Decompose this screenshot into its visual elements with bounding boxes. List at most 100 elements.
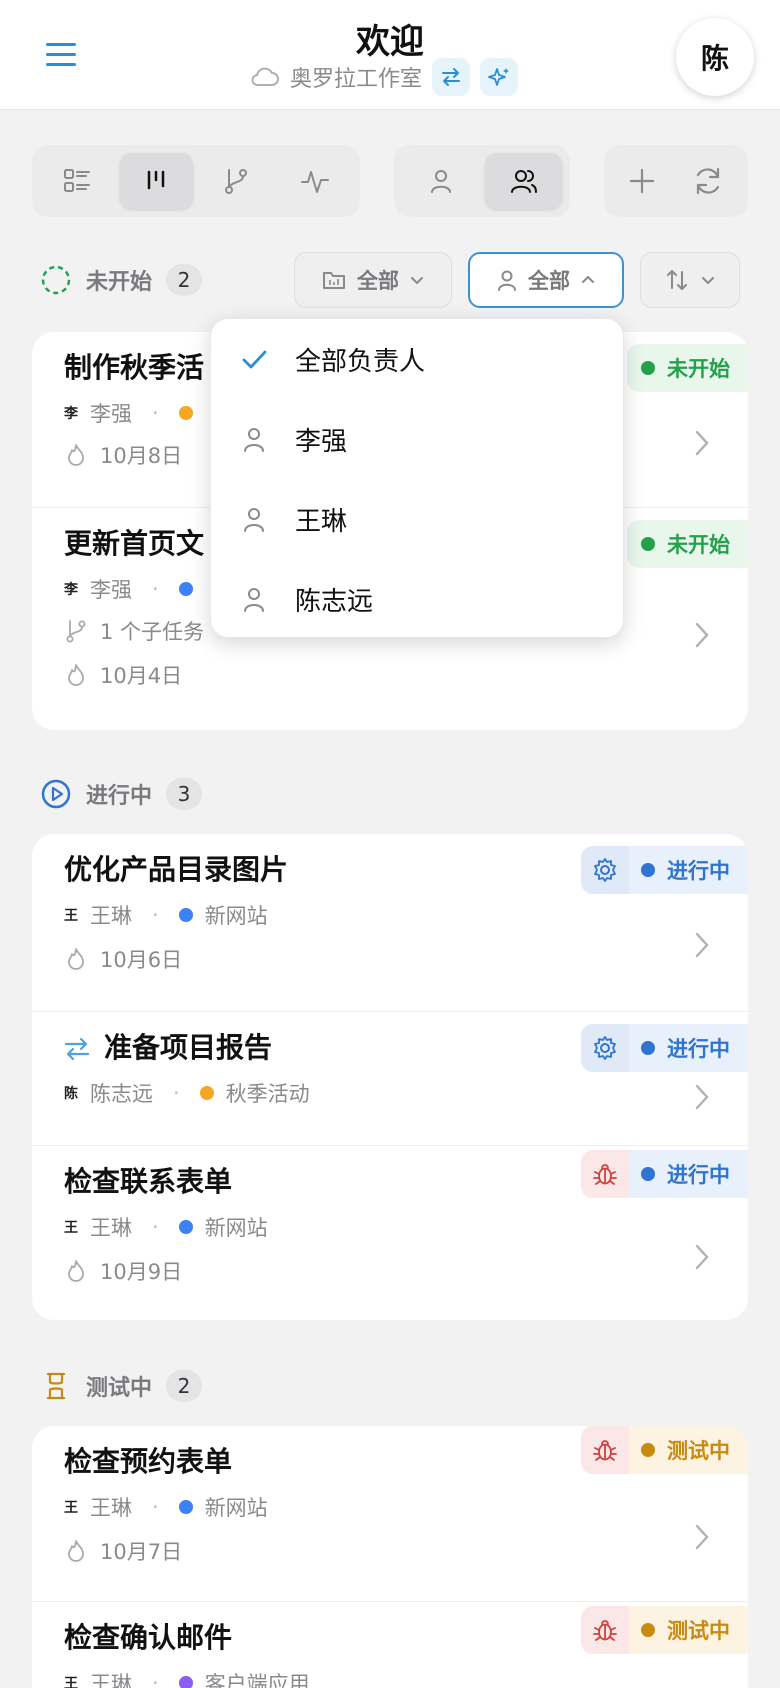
status-badge: 测试中	[581, 1426, 748, 1474]
board-view-button[interactable]	[119, 153, 193, 209]
task-subtasks-row: 1 个子任务	[64, 616, 204, 646]
dropdown-item-wang-lin[interactable]: 王琳	[211, 479, 625, 559]
task-assignee: 陈志远	[90, 1082, 153, 1106]
dropdown-item-li-qiang[interactable]: 李强	[211, 399, 625, 479]
folder-icon	[323, 272, 345, 289]
project-dot	[178, 582, 193, 596]
activity-view-button[interactable]	[279, 153, 353, 209]
status-dot	[641, 1623, 655, 1637]
section-header-not-started[interactable]: 未开始 2	[40, 258, 203, 302]
task-assignee: 王琳	[90, 1496, 132, 1520]
task-title: 检查确认邮件	[64, 1621, 233, 1654]
task-date-row: 10月9日	[64, 1256, 182, 1286]
status-label: 测试中	[667, 1439, 730, 1463]
play-circle-icon	[41, 779, 71, 809]
sort-button[interactable]	[640, 252, 740, 308]
status-label: 测试中	[667, 1619, 730, 1643]
swap-arrows-icon	[442, 68, 461, 86]
refresh-icon	[696, 167, 720, 195]
status-label: 进行中	[667, 1163, 730, 1187]
task-card[interactable]: 准备项目报告 陈 陈志远 · 秋季活动 进行中	[32, 1012, 748, 1146]
section-header-in-progress[interactable]: 进行中 3	[40, 772, 203, 816]
separator: ·	[152, 401, 159, 425]
chevron-right-icon	[695, 932, 709, 958]
project-dot	[178, 1676, 193, 1688]
project-dot	[178, 1500, 193, 1514]
sort-icon	[667, 270, 687, 290]
avatar-icon: 王	[64, 1676, 78, 1688]
view-mode-switcher	[32, 145, 360, 217]
separator: ·	[152, 1495, 159, 1519]
task-assignee: 王琳	[90, 1672, 132, 1688]
flame-icon	[68, 1540, 84, 1562]
single-person-button[interactable]	[402, 153, 479, 209]
task-meta: 王 王琳 · 新网站	[64, 900, 268, 930]
dropdown-item-all-assignees[interactable]: 全部负责人	[211, 319, 625, 399]
hourglass-icon	[46, 1372, 66, 1400]
chevron-down-icon	[702, 277, 714, 285]
avatar-icon: 李	[64, 406, 78, 422]
project-filter[interactable]: 全部	[294, 252, 452, 308]
person-icon	[237, 582, 271, 616]
task-card[interactable]: 检查联系表单 王 王琳 · 新网站 10月9日 进行中	[32, 1146, 748, 1320]
avatar-icon: 王	[64, 1500, 78, 1516]
chevron-down-icon	[411, 277, 423, 285]
list-icon	[63, 169, 90, 192]
branch-view-button[interactable]	[199, 153, 273, 209]
avatar-icon: 陈	[64, 1086, 78, 1102]
add-button[interactable]	[612, 153, 672, 209]
task-project: 新网站	[204, 904, 268, 928]
status-dot	[641, 1167, 655, 1181]
recurring-icon	[64, 1037, 90, 1061]
separator: ·	[152, 577, 159, 601]
task-project: 新网站	[204, 1216, 268, 1240]
page-title: 欢迎	[356, 22, 424, 62]
task-date: 10月6日	[100, 948, 183, 972]
task-meta: 李 李强 ·	[64, 398, 193, 428]
task-card[interactable]: 检查预约表单 王 王琳 · 新网站 10月7日 测试中	[32, 1426, 748, 1602]
separator: ·	[152, 1671, 159, 1688]
separator: ·	[152, 903, 159, 927]
assignee-dropdown-menu: 全部负责人 李强 王琳 陈志远	[210, 318, 624, 638]
ai-sparkle-button[interactable]	[480, 58, 519, 96]
section-count: 3	[166, 778, 203, 810]
task-date: 10月4日	[100, 664, 183, 688]
status-dot	[641, 863, 655, 877]
team-button[interactable]	[485, 153, 562, 209]
task-card[interactable]: 检查确认邮件 王 王琳 · 客户端应用 测试中	[32, 1602, 748, 1688]
avatar-icon: 王	[64, 908, 78, 924]
workspace-name[interactable]: 奥罗拉工作室	[290, 61, 422, 93]
dropdown-item-chen-zhiyuan[interactable]: 陈志远	[211, 559, 625, 639]
assignee-filter[interactable]: 全部	[468, 252, 624, 308]
refresh-button[interactable]	[678, 153, 738, 209]
assignee-filter-value: 全部	[528, 269, 570, 293]
user-avatar[interactable]: 陈	[676, 18, 754, 96]
separator: ·	[173, 1081, 180, 1105]
avatar-icon: 王	[64, 1220, 78, 1236]
project-dot	[178, 406, 193, 420]
team-icon	[510, 170, 537, 193]
status-badge: 未开始	[627, 520, 748, 568]
task-card[interactable]: 优化产品目录图片 王 王琳 · 新网站 10月6日 进行中	[32, 834, 748, 1012]
status-label: 未开始	[667, 533, 730, 557]
dropdown-item-label: 李强	[295, 426, 348, 457]
flame-icon	[68, 664, 84, 686]
status-badge: 进行中	[581, 1024, 748, 1072]
list-view-button[interactable]	[40, 153, 114, 209]
branch-icon	[224, 169, 247, 194]
section-header-testing[interactable]: 测试中 2	[40, 1364, 203, 1408]
separator: ·	[152, 1215, 159, 1239]
status-dot	[641, 1041, 655, 1055]
bug-icon	[581, 1426, 629, 1474]
status-label: 进行中	[667, 1037, 730, 1061]
section-label: 未开始	[86, 270, 153, 295]
project-dot	[178, 908, 193, 922]
switch-workspace-button[interactable]	[432, 58, 471, 96]
chevron-right-icon	[695, 622, 709, 648]
kanban-icon	[148, 170, 165, 190]
task-title: 制作秋季活	[64, 351, 205, 384]
chevron-up-icon	[582, 275, 594, 283]
flame-icon	[68, 1260, 84, 1282]
task-project: 秋季活动	[225, 1082, 310, 1106]
checkmark-icon	[237, 342, 271, 376]
